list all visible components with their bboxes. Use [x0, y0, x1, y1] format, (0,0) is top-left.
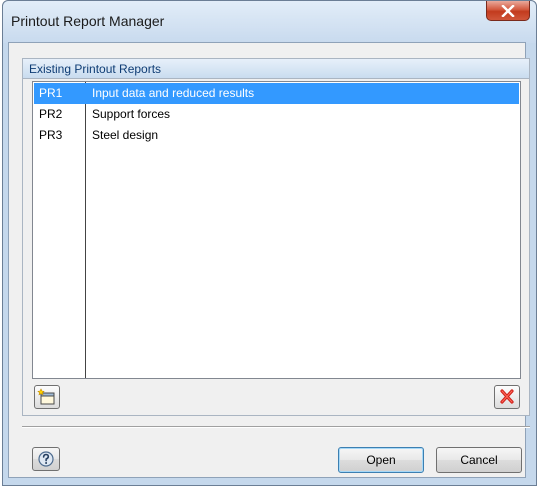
separator — [22, 426, 530, 428]
group-label: Existing Printout Reports — [29, 62, 162, 76]
open-button[interactable]: Open — [338, 447, 424, 473]
report-description: Support forces — [92, 107, 171, 121]
report-id: PR3 — [39, 128, 63, 142]
reports-list[interactable]: PR1 Input data and reduced results PR2 S… — [32, 81, 521, 379]
help-button[interactable] — [32, 447, 60, 471]
cancel-button-label: Cancel — [460, 453, 498, 467]
delete-report-button[interactable] — [494, 385, 520, 409]
open-button-label: Open — [366, 453, 396, 467]
report-id: PR2 — [39, 107, 63, 121]
list-item[interactable]: PR2 Support forces — [34, 104, 519, 125]
title-bar[interactable]: Printout Report Manager — [3, 1, 536, 43]
help-icon — [38, 451, 54, 467]
new-report-icon — [37, 388, 55, 405]
group-header: Existing Printout Reports — [23, 59, 529, 79]
list-item[interactable]: PR1 Input data and reduced results — [34, 83, 519, 104]
report-id: PR1 — [39, 86, 63, 100]
delete-icon — [500, 389, 514, 404]
window-title: Printout Report Manager — [11, 13, 165, 29]
close-button[interactable] — [486, 1, 530, 21]
report-description: Input data and reduced results — [92, 86, 255, 100]
cancel-button[interactable]: Cancel — [436, 447, 522, 473]
close-icon — [501, 4, 515, 17]
new-report-button[interactable] — [34, 385, 60, 409]
list-item[interactable]: PR3 Steel design — [34, 125, 519, 146]
existing-reports-group: Existing Printout Reports PR1 Input data… — [22, 58, 530, 416]
report-description: Steel design — [92, 128, 159, 142]
